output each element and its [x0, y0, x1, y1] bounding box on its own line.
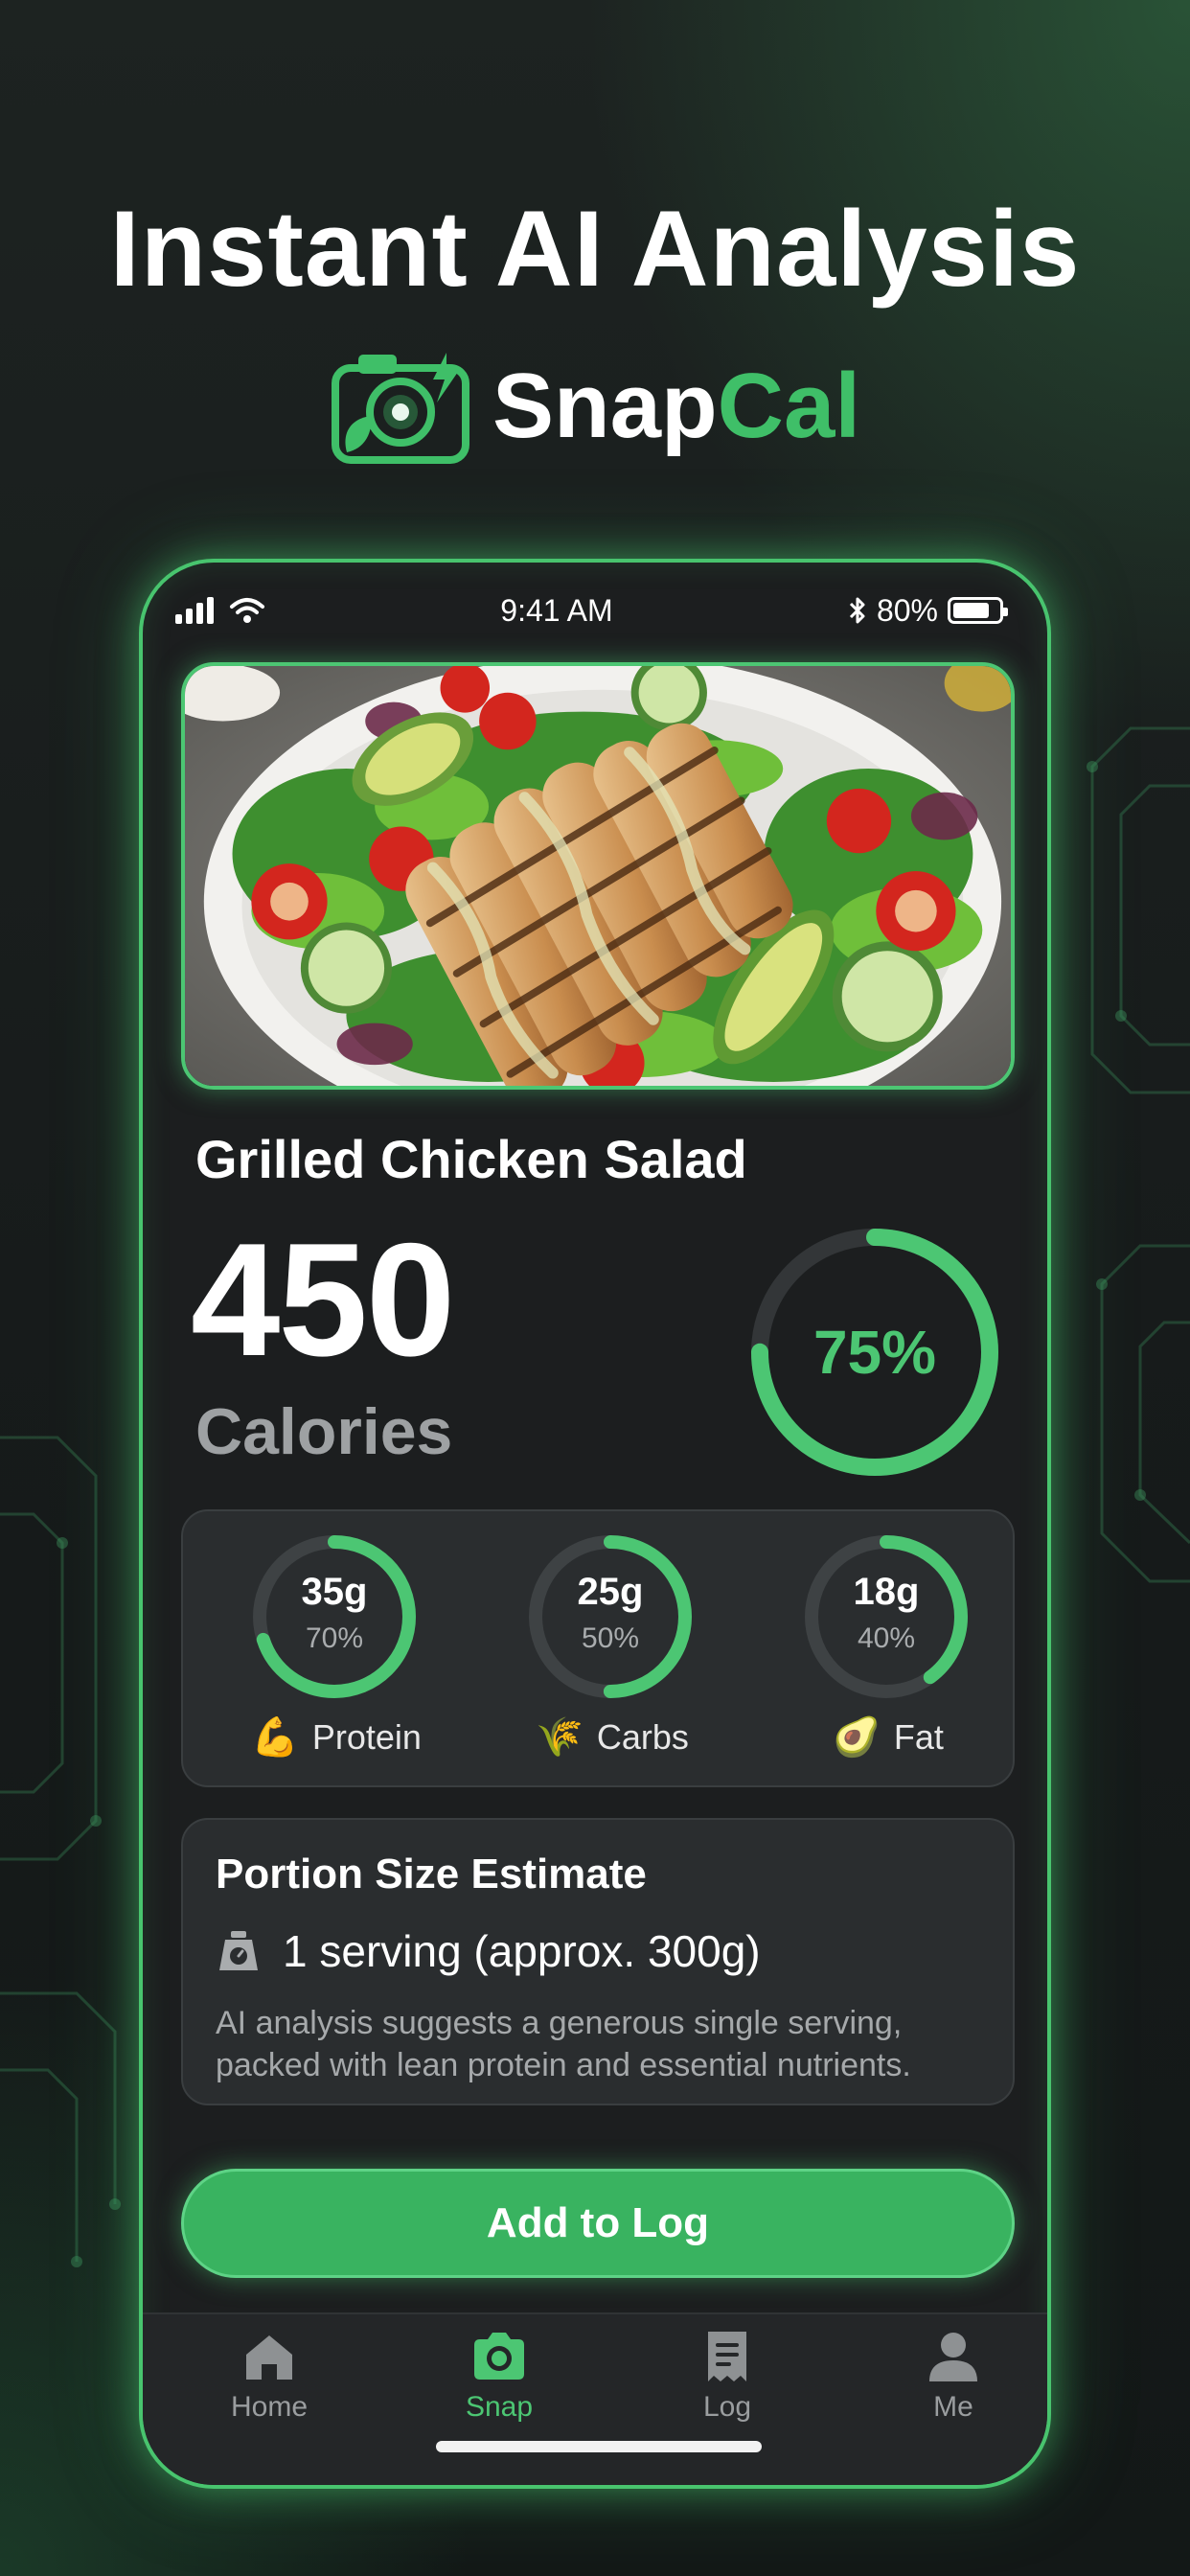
bluetooth-icon	[849, 597, 865, 624]
portion-card: Portion Size Estimate 1 serving (approx.…	[181, 1818, 1015, 2105]
person-icon	[929, 2333, 977, 2381]
carbs-label: Carbs	[596, 1716, 689, 1757]
signal-icon	[175, 597, 214, 624]
fat-ring	[805, 1535, 968, 1698]
tab-log[interactable]: Log	[651, 2328, 804, 2443]
brand-name-snap: Snap	[492, 355, 718, 457]
home-indicator	[436, 2441, 762, 2452]
goal-progress-label: 75%	[812, 1318, 937, 1387]
portion-title: Portion Size Estimate	[216, 1851, 647, 1898]
fat-percent: 40%	[857, 1622, 916, 1654]
tab-me-label: Me	[933, 2391, 973, 2423]
macro-protein: 35g 70% 💪 Protein	[193, 1532, 432, 1772]
protein-label-row: 💪 Protein	[193, 1714, 480, 1760]
portion-serving: 1 serving (approx. 300g)	[283, 1926, 761, 1976]
portion-description: AI analysis suggests a generous single s…	[216, 2005, 911, 2083]
carbs-ring	[529, 1535, 692, 1698]
protein-ring	[253, 1535, 416, 1698]
tab-home-label: Home	[230, 2391, 309, 2423]
macros-card: 35g 70% 💪 Protein 25g 50% 🌾 Carbs 18g 40…	[181, 1509, 1015, 1787]
tab-snap-label: Snap	[465, 2391, 534, 2423]
tab-bar: Home Snap Log Me	[143, 2312, 1047, 2485]
camera-leaf-lightning-icon	[331, 353, 469, 464]
fat-label-row: 🥑 Fat	[744, 1714, 1032, 1760]
brand-name-cal: Cal	[717, 355, 861, 457]
status-time: 9:41 AM	[500, 592, 613, 628]
carbs-grams: 25g	[577, 1571, 644, 1613]
carbs-label-row: 🌾 Carbs	[469, 1714, 756, 1760]
scale-icon	[219, 1931, 258, 1970]
battery-fill	[952, 603, 989, 618]
fat-grams: 18g	[853, 1571, 920, 1613]
macro-carbs: 25g 50% 🌾 Carbs	[469, 1532, 708, 1772]
brand-name: SnapCal	[492, 354, 860, 459]
fat-label: Fat	[893, 1716, 944, 1757]
status-bar: 9:41 AM 80%	[143, 582, 1047, 639]
calorie-count: 450	[191, 1209, 455, 1390]
wifi-icon	[230, 598, 264, 623]
battery-percent: 80%	[876, 592, 938, 628]
tab-log-label: Log	[702, 2391, 752, 2423]
battery-icon	[947, 597, 1008, 624]
calorie-label: Calories	[195, 1395, 453, 1468]
sheaf-of-rice-icon: 🌾	[536, 1716, 584, 1759]
tab-home[interactable]: Home	[193, 2328, 346, 2443]
flexed-biceps-icon: 💪	[251, 1716, 299, 1759]
hero-title: Instant AI Analysis	[109, 189, 1081, 309]
protein-label: Protein	[311, 1716, 422, 1757]
phone-frame: 9:41 AM 80% Grilled Chicken Salad 450 Ca…	[139, 559, 1051, 2489]
carbs-percent: 50%	[581, 1622, 640, 1654]
protein-percent: 70%	[305, 1622, 364, 1654]
portion-serving-row: 1 serving (approx. 300g)	[216, 1925, 761, 1977]
add-to-log-button[interactable]: Add to Log	[181, 2169, 1015, 2278]
avocado-icon: 🥑	[833, 1716, 881, 1759]
dish-name: Grilled Chicken Salad	[195, 1129, 747, 1189]
macro-fat: 18g 40% 🥑 Fat	[744, 1532, 984, 1772]
camera-icon	[474, 2333, 524, 2380]
grilled-chicken-salad-photo	[181, 662, 1015, 1090]
protein-grams: 35g	[301, 1571, 368, 1613]
home-icon	[246, 2335, 292, 2380]
receipt-icon	[708, 2332, 746, 2381]
brand-lockup: SnapCal	[0, 347, 1190, 466]
tab-me[interactable]: Me	[877, 2328, 1030, 2443]
tab-snap[interactable]: Snap	[423, 2328, 576, 2443]
